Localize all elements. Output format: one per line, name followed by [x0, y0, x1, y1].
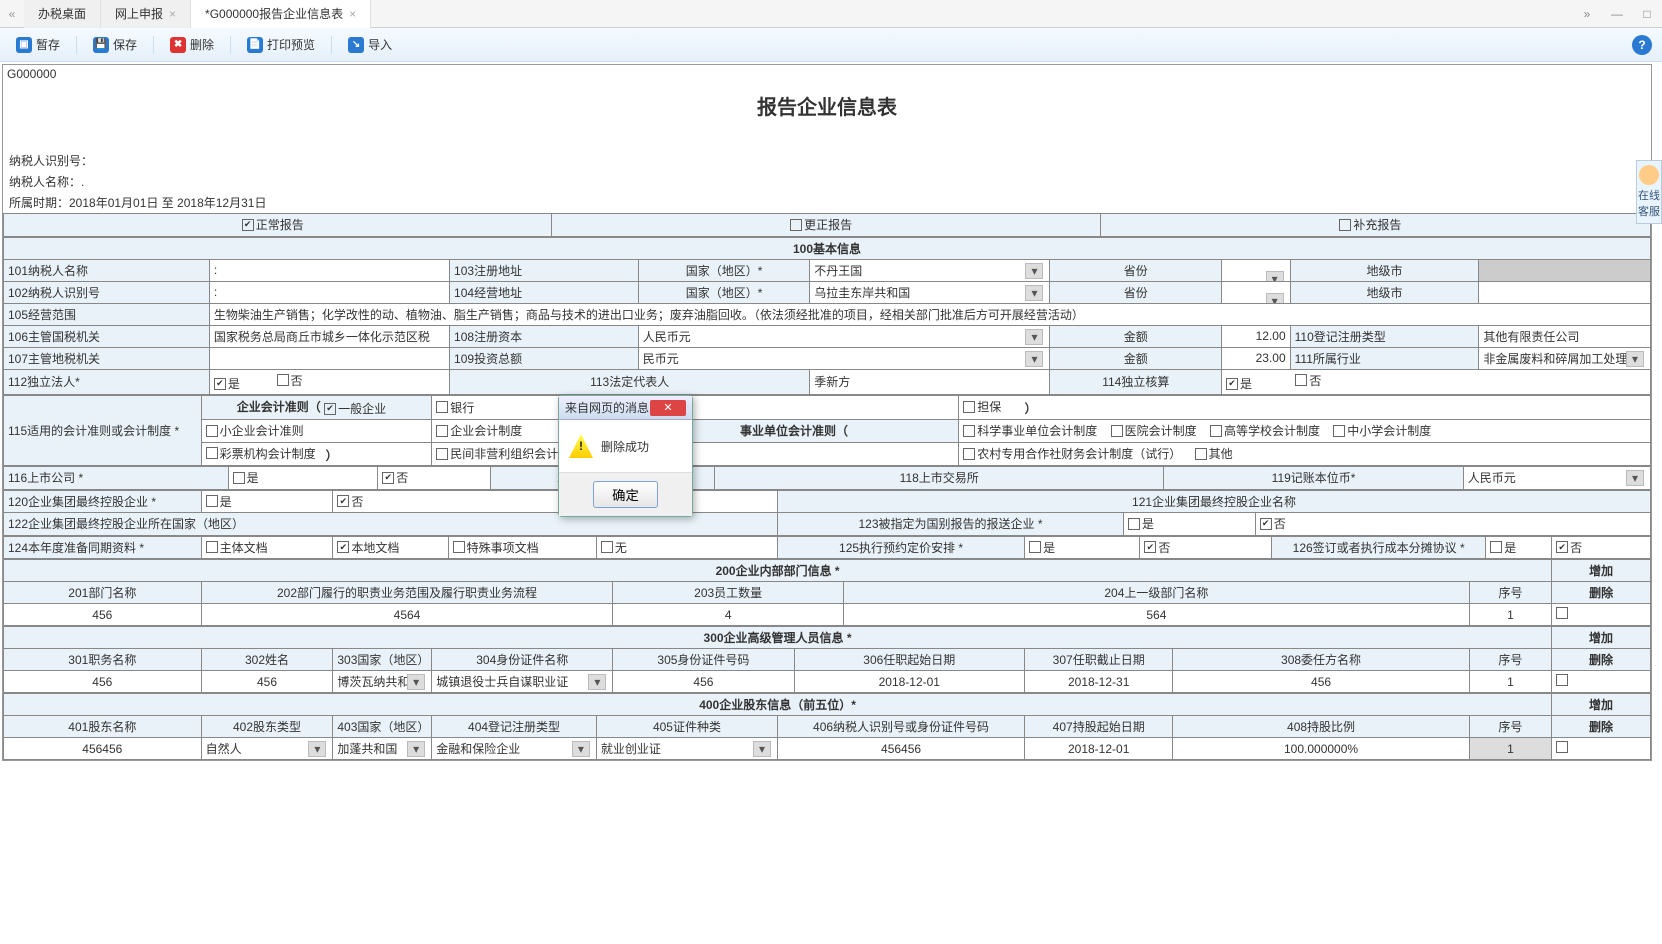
maximize-icon[interactable]: □: [1632, 2, 1662, 26]
warning-icon: !: [569, 434, 593, 458]
dialog-title: 来自网页的消息: [565, 399, 649, 416]
minimize-icon[interactable]: —: [1602, 2, 1632, 26]
document: G000000 报告企业信息表 纳税人识别号： 纳税人名称：. 所属时期：201…: [2, 64, 1652, 761]
toolbar: ▣暂存 💾保存 ✖删除 📄打印预览 ↘导入 ?: [0, 28, 1662, 62]
print-preview-button[interactable]: 📄打印预览: [241, 33, 321, 56]
more-tabs-icon[interactable]: »: [1572, 2, 1602, 26]
close-icon[interactable]: ×: [169, 7, 176, 21]
import-button[interactable]: ↘导入: [342, 33, 398, 56]
close-icon[interactable]: ×: [349, 7, 356, 21]
tab-online-declare[interactable]: 网上申报×: [101, 0, 191, 28]
save-button[interactable]: 💾保存: [87, 33, 143, 56]
close-icon[interactable]: ✕: [650, 400, 686, 416]
delete-button[interactable]: ✖删除: [164, 33, 220, 56]
dialog-message: 删除成功: [601, 438, 649, 455]
tabs-prev[interactable]: «: [0, 7, 24, 21]
confirm-button[interactable]: 确定: [593, 481, 658, 508]
online-service-widget[interactable]: 在线 客服: [1636, 160, 1662, 224]
dialog-mask: 来自网页的消息✕ ! 删除成功 确定: [3, 65, 1651, 760]
face-icon: [1639, 165, 1659, 185]
save-temp-button[interactable]: ▣暂存: [10, 33, 66, 56]
tab-report-form[interactable]: *G000000报告企业信息表×: [191, 0, 371, 28]
tab-bar: « 办税桌面 网上申报× *G000000报告企业信息表× » — □: [0, 0, 1662, 28]
help-icon[interactable]: ?: [1632, 35, 1652, 55]
confirm-dialog: 来自网页的消息✕ ! 删除成功 确定: [558, 395, 693, 517]
tab-desktop[interactable]: 办税桌面: [24, 0, 101, 28]
